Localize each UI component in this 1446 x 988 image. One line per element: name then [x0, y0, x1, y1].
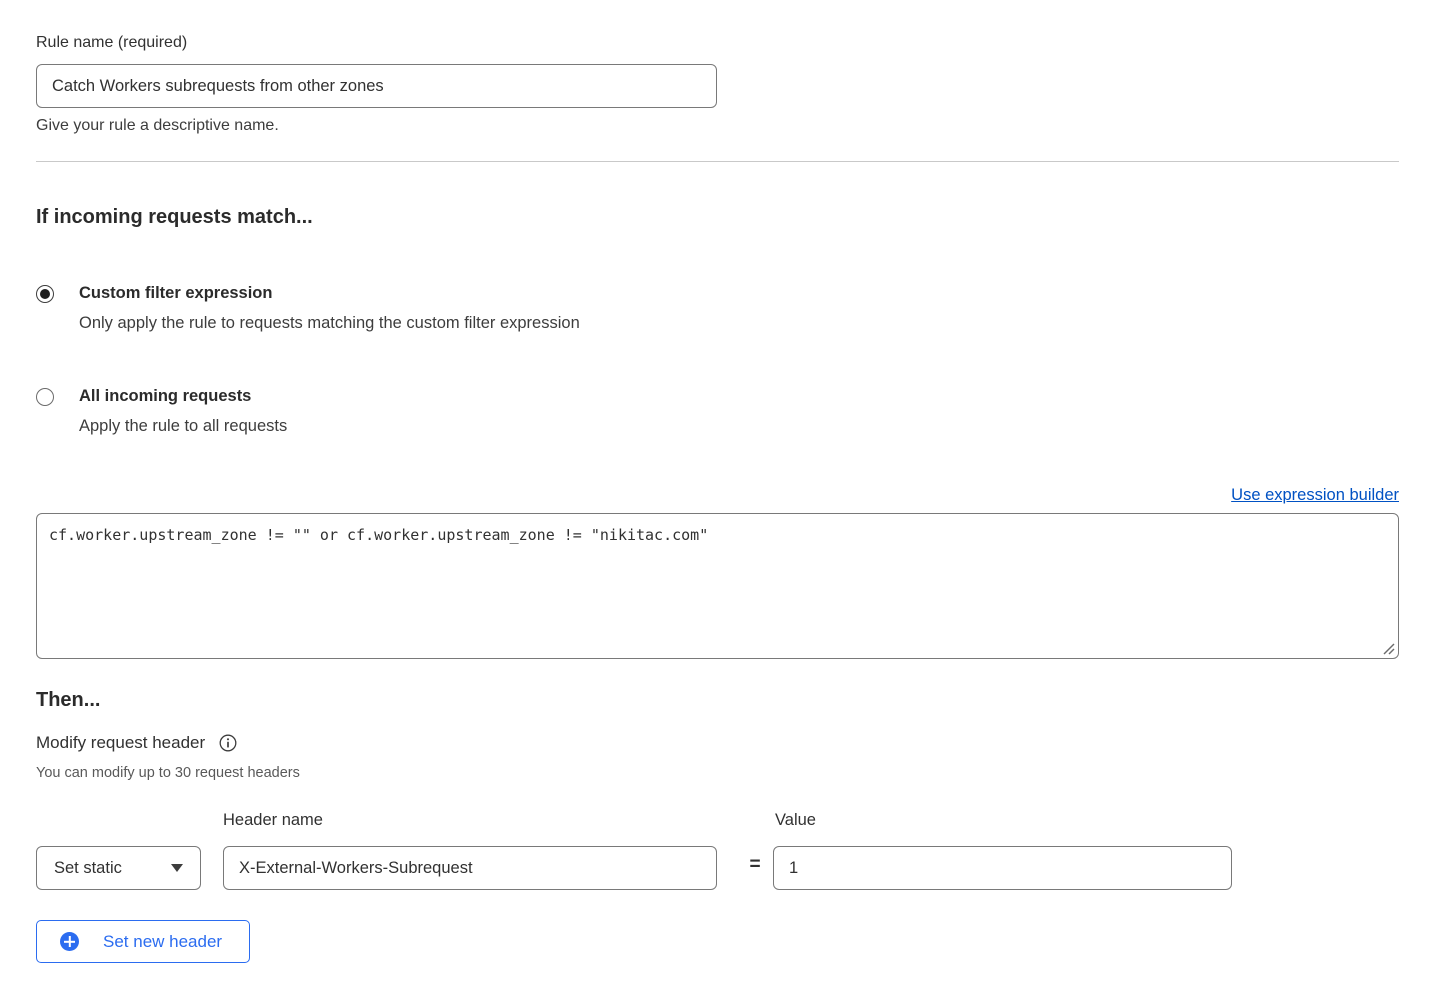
radio-desc-custom-filter: Only apply the rule to requests matching…	[79, 314, 580, 333]
modify-header-help: You can modify up to 30 request headers	[36, 765, 1399, 781]
filter-expression-textarea[interactable]: cf.worker.upstream_zone != "" or cf.work…	[36, 513, 1399, 659]
rule-name-label: Rule name (required)	[36, 34, 1399, 52]
set-new-header-button[interactable]: Set new header	[36, 920, 250, 963]
plus-icon	[60, 932, 79, 951]
set-new-header-label: Set new header	[103, 932, 222, 952]
radio-label-custom-filter: Custom filter expression	[79, 284, 580, 303]
radio-label-all-requests: All incoming requests	[79, 387, 287, 406]
rule-name-input[interactable]	[36, 64, 717, 108]
operation-select-value: Set static	[54, 859, 122, 878]
section-divider	[36, 161, 1399, 162]
operation-select[interactable]: Set static	[36, 846, 201, 890]
header-form-row: Header name Value Set static =	[36, 811, 1399, 911]
chevron-down-icon	[171, 864, 183, 872]
header-value-input[interactable]	[773, 846, 1232, 890]
rule-editor-page: Rule name (required) Give your rule a de…	[0, 0, 1446, 963]
radio-option-all-requests[interactable]: All incoming requests Apply the rule to …	[36, 387, 1399, 436]
match-section-heading: If incoming requests match...	[36, 206, 1399, 229]
match-radio-group: Custom filter expression Only apply the …	[36, 284, 1399, 436]
then-section-heading: Then...	[36, 689, 1399, 712]
radio-desc-all-requests: Apply the rule to all requests	[79, 417, 287, 436]
rule-name-help: Give your rule a descriptive name.	[36, 117, 1399, 135]
use-expression-builder-link[interactable]: Use expression builder	[1231, 486, 1399, 504]
equals-sign: =	[737, 854, 773, 876]
header-name-input[interactable]	[223, 846, 717, 890]
info-icon[interactable]	[219, 734, 237, 752]
modify-request-header-label: Modify request header	[36, 733, 205, 753]
radio-unselected-icon[interactable]	[36, 388, 54, 406]
radio-option-custom-filter[interactable]: Custom filter expression Only apply the …	[36, 284, 1399, 333]
radio-selected-icon[interactable]	[36, 285, 54, 303]
value-label: Value	[775, 811, 816, 830]
header-name-label: Header name	[223, 811, 323, 830]
